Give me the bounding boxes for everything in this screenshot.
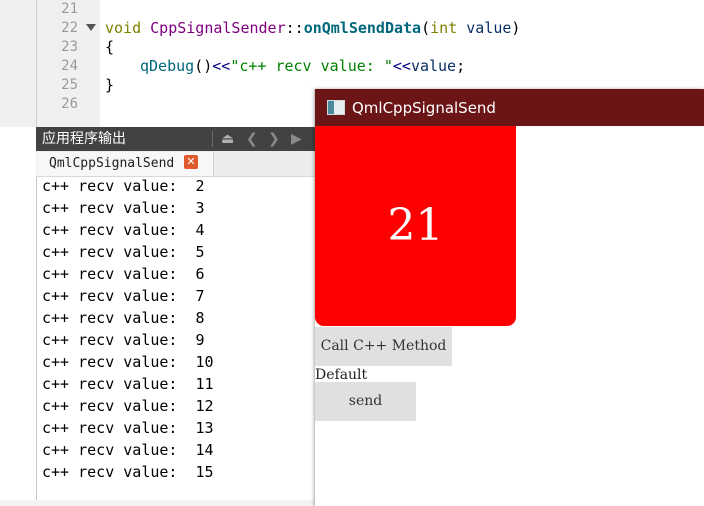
scope-operator: :: [285,19,304,37]
line-number: 22 [61,20,78,36]
code-line-23: { [105,38,115,56]
close-paren: ) [511,19,521,37]
output-line: c++ recv value: 3 [42,199,205,217]
output-line: c++ recv value: 5 [42,243,205,261]
tab-label: QmlCppSignalSend [49,156,175,171]
output-line: c++ recv value: 13 [42,419,214,437]
string-literal: "c++ recv value: " [230,57,393,75]
stream-operator: << [392,57,411,75]
filter-icon[interactable]: ⏏ [221,131,234,147]
output-panel-title: 应用程序输出 [42,131,126,147]
line-number: 23 [61,39,78,55]
param-name: value [466,19,512,37]
window-title: QmlCppSignalSend [352,99,496,117]
code-line-24: qDebug()<<"c++ recv value: "<<value; [140,57,465,76]
output-line: c++ recv value: 2 [42,177,205,195]
send-button[interactable]: send [315,382,416,421]
window-title-bar[interactable]: QmlCppSignalSend [315,89,704,126]
output-line: c++ recv value: 12 [42,397,214,415]
line-number: 25 [61,77,78,93]
output-line: c++ recv value: 8 [42,309,205,327]
open-paren: ( [421,19,431,37]
output-line: c++ recv value: 11 [42,375,214,393]
line-number: 26 [61,96,78,112]
class-name: CppSignalSender [150,19,286,37]
line-number: 21 [61,1,78,17]
code-line-22: void CppSignalSender::onQmlSendData(int … [105,19,520,38]
next-icon[interactable]: ❯ [268,131,280,147]
gutter-divider [36,0,37,127]
status-strip [0,500,315,506]
output-line: c++ recv value: 9 [42,331,205,349]
semicolon: ; [456,57,466,75]
header-separator [212,131,213,147]
app-window: QmlCppSignalSend 21 Call C++ Method Defa… [315,89,704,506]
call-cpp-method-button[interactable]: Call C++ Method [315,327,452,366]
output-tab[interactable]: QmlCppSignalSend ✕ [37,152,214,176]
call-name: qDebug [140,57,195,75]
variable: value [410,57,457,75]
counter-rectangle[interactable]: 21 [315,126,516,326]
close-icon[interactable]: ✕ [184,155,198,169]
output-line: c++ recv value: 15 [42,463,214,481]
call-parens: () [194,57,213,75]
output-line: c++ recv value: 10 [42,353,214,371]
counter-text: 21 [387,200,444,251]
run-icon[interactable]: ▶ [291,131,302,147]
output-line: c++ recv value: 7 [42,287,205,305]
output-line: c++ recv value: 14 [42,441,214,459]
keyword: void [105,19,142,37]
line-number: 24 [61,58,78,74]
previous-icon[interactable]: ❮ [246,131,258,147]
code-line-25: } [105,76,115,94]
stream-operator: << [212,57,231,75]
app-window-icon [327,100,345,115]
fold-arrow-icon[interactable] [86,24,96,31]
output-line: c++ recv value: 6 [42,265,205,283]
function-name: onQmlSendData [303,19,422,37]
output-line: c++ recv value: 4 [42,221,205,239]
param-type: int [430,19,458,37]
